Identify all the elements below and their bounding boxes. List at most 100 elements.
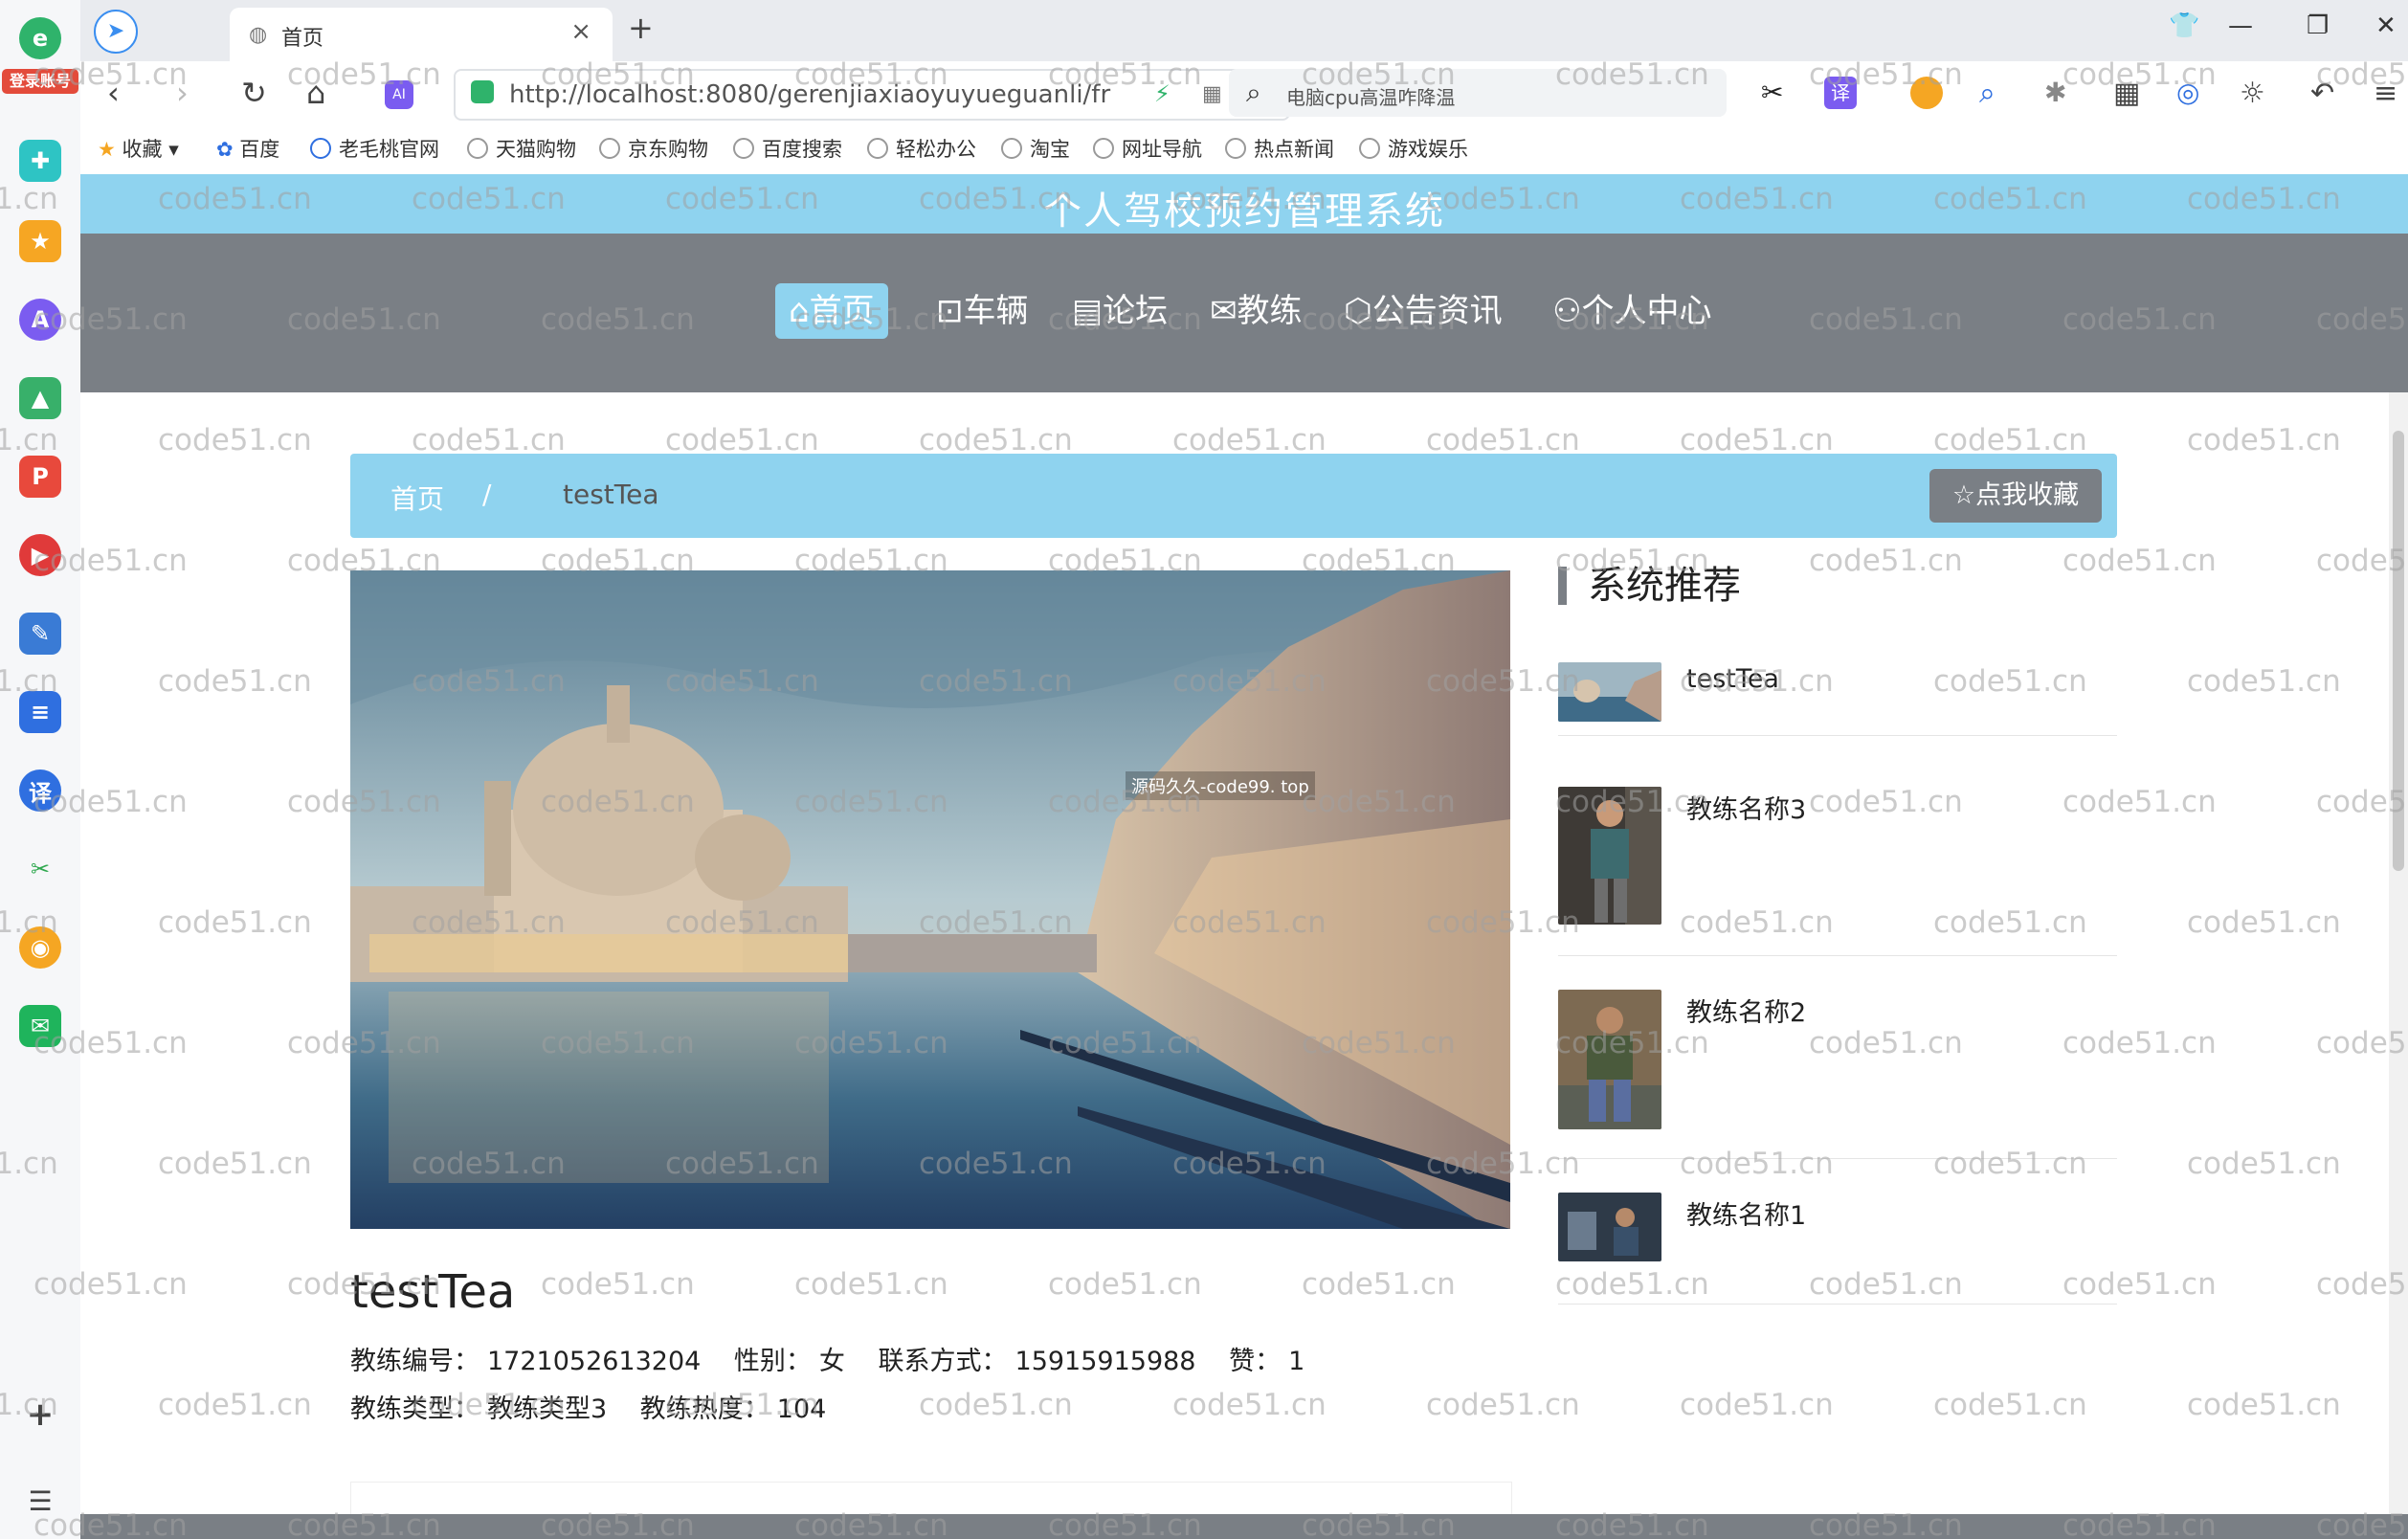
plus-app-icon[interactable]: ✚ <box>19 140 61 182</box>
back-icon[interactable]: ‹ <box>107 75 120 111</box>
image-ai-icon[interactable]: ▲ <box>19 377 61 419</box>
restore-icon[interactable]: ❐ <box>2307 11 2329 40</box>
tab-title: 首页 <box>281 27 324 51</box>
globe-icon <box>1225 138 1246 159</box>
brightness-icon[interactable]: ☼ <box>2240 77 2272 110</box>
search-box[interactable]: ⌕ 电脑cpu高温咋降温 <box>1229 69 1727 117</box>
reload-icon[interactable]: ↻ <box>241 75 267 111</box>
new-tab-icon[interactable]: + <box>628 10 654 46</box>
browser-sidebar: e 登录账号 ✚ ★ A ▲ P ▶ ✎ ≡ 译 ✂ ◉ ✉ + ☰ <box>0 0 81 1539</box>
gender-value: 女 <box>818 1347 845 1376</box>
ai-assistant-icon[interactable]: A <box>19 299 61 341</box>
translate-icon[interactable]: 译 <box>19 770 61 812</box>
pdf-ai-icon[interactable]: P <box>19 456 61 498</box>
menu-icon[interactable]: ≡ <box>2374 77 2406 110</box>
lightning-icon[interactable]: ⚡ <box>1154 80 1171 107</box>
shield-icon[interactable] <box>1910 77 1943 109</box>
forward-icon[interactable]: › <box>176 75 189 111</box>
recommend-name[interactable]: 教练名称2 <box>1686 992 1806 1029</box>
recommend-thumb[interactable] <box>1558 662 1661 722</box>
minimize-icon[interactable]: — <box>2228 11 2253 40</box>
nav-forum[interactable]: ▤论坛 <box>1059 283 1181 339</box>
ai-icon[interactable]: AI <box>385 80 413 109</box>
detail-info-row-1: 教练编号： 1721052613204 性别：女 联系方式： 15915915988… <box>350 1340 1312 1377</box>
nav-coach[interactable]: ✉教练 <box>1196 283 1316 339</box>
recommend-item[interactable]: 教练名称3 <box>1558 787 2117 956</box>
coach-heat-value: 104 <box>776 1394 827 1424</box>
bookmark-office[interactable]: 轻松办公 <box>867 134 976 163</box>
address-bar[interactable]: http://localhost:8080/gerenjiaxiaoyuyueg… <box>454 69 1290 121</box>
bookmark-tmall[interactable]: 天猫购物 <box>467 134 576 163</box>
recommend-name[interactable]: 教练名称1 <box>1686 1194 1806 1232</box>
qr-icon[interactable]: ▦ <box>1202 82 1222 106</box>
nav-announcements[interactable]: ⬡公告资讯 <box>1330 283 1516 339</box>
sync-icon[interactable]: ◎ <box>2176 77 2209 109</box>
bookmark-baidu[interactable]: ✿ 百度 <box>216 134 279 163</box>
recommend-thumb[interactable] <box>1558 787 1661 925</box>
home-icon[interactable]: ⌂ <box>306 75 325 111</box>
likes-value: 1 <box>1288 1347 1305 1376</box>
close-window-icon[interactable]: ✕ <box>2375 11 2397 40</box>
recommend-thumb[interactable] <box>1558 1193 1661 1261</box>
scissors-icon[interactable]: ✂ <box>19 848 61 890</box>
extension-icon[interactable]: ✱ <box>2044 77 2077 109</box>
translate-toolbar-icon[interactable]: 译 <box>1824 77 1857 109</box>
apps-grid-icon[interactable]: ▦ <box>2113 77 2146 110</box>
shirt-icon[interactable]: 👕 <box>2169 11 2199 40</box>
recommend-name[interactable]: testTea <box>1686 664 1779 694</box>
nav-user-center[interactable]: ⚇个人中心 <box>1539 283 1725 339</box>
undo-icon[interactable]: ↶ <box>2310 77 2343 110</box>
coach-number-label: 教练编号： <box>350 1347 479 1376</box>
recommend-thumb[interactable] <box>1558 990 1661 1129</box>
nav-home[interactable]: ⌂首页 <box>775 283 888 339</box>
screenshot-cut-icon[interactable]: ✂ <box>1761 77 1794 109</box>
search-input[interactable]: 电脑cpu高温咋降温 <box>1286 82 1455 110</box>
bookmark-baidu-search[interactable]: 百度搜索 <box>733 134 842 163</box>
main-nav: ⌂首页 ⊡车辆 ▤论坛 ✉教练 ⬡公告资讯 ⚇个人中心 <box>80 234 2408 392</box>
video-ai-icon[interactable]: ▶ <box>19 534 61 576</box>
globe-icon <box>1093 138 1114 159</box>
page-scrollbar[interactable] <box>2389 392 2408 1514</box>
bookmark-taobao[interactable]: 淘宝 <box>1001 134 1070 163</box>
favorite-button[interactable]: ☆点我收藏 <box>1929 469 2102 523</box>
write-ai-icon[interactable]: ✎ <box>19 613 61 655</box>
star-icon[interactable]: ★ <box>19 220 61 262</box>
coach-type-value: 教练类型3 <box>487 1394 608 1424</box>
recommend-item[interactable]: testTea <box>1558 662 2117 736</box>
recommend-item[interactable]: 教练名称2 <box>1558 990 2117 1159</box>
close-tab-icon[interactable]: × <box>570 17 591 46</box>
bookmark-news[interactable]: 热点新闻 <box>1225 134 1334 163</box>
login-badge[interactable]: 登录账号 <box>2 69 78 94</box>
tab-home[interactable]: ◍ 首页 × <box>230 8 613 61</box>
globe-icon <box>467 138 488 159</box>
breadcrumb-home[interactable]: 首页 <box>390 479 444 517</box>
bookmark-jd[interactable]: 京东购物 <box>599 134 708 163</box>
secure-icon <box>471 80 494 103</box>
menu-list-icon[interactable]: ☰ <box>19 1480 61 1522</box>
navigate-icon[interactable]: ➤ <box>94 10 138 54</box>
nav-vehicles[interactable]: ⊡车辆 <box>923 283 1042 339</box>
contact-value: 15915915988 <box>1014 1347 1196 1376</box>
doc-ai-icon[interactable]: ≡ <box>19 691 61 733</box>
star-outline-icon: ☆ <box>1951 480 1976 510</box>
scroll-thumb[interactable] <box>2393 431 2404 871</box>
thumb-coach-1 <box>1558 1193 1661 1261</box>
recommend-name[interactable]: 教练名称3 <box>1686 789 1806 826</box>
url-text[interactable]: http://localhost:8080/gerenjiaxiaoyuyueg… <box>509 80 1110 109</box>
bookmark-laomaotao[interactable]: 老毛桃官网 <box>310 134 439 163</box>
bookmark-nav[interactable]: 网址导航 <box>1093 134 1202 163</box>
weibo-icon[interactable]: ◉ <box>19 926 61 969</box>
globe-icon <box>733 138 754 159</box>
home-icon: ⌂ <box>789 292 810 330</box>
bookmark-favorites[interactable]: ★ 收藏 ▾ <box>98 134 179 163</box>
bookmark-games[interactable]: 游戏娱乐 <box>1359 134 1468 163</box>
site-title-bar: 个人驾校预约管理系统 <box>80 174 2408 234</box>
magnifier-icon[interactable]: ⌕ <box>1979 77 2012 110</box>
browser-logo-icon[interactable]: e <box>19 17 61 59</box>
mail-icon[interactable]: ✉ <box>19 1005 61 1047</box>
coach-number-value: 1721052613204 <box>487 1347 702 1376</box>
thumb-coach-3 <box>1558 787 1661 925</box>
add-icon[interactable]: + <box>19 1394 61 1436</box>
globe-icon <box>867 138 888 159</box>
recommend-item[interactable]: 教练名称1 <box>1558 1193 2117 1305</box>
